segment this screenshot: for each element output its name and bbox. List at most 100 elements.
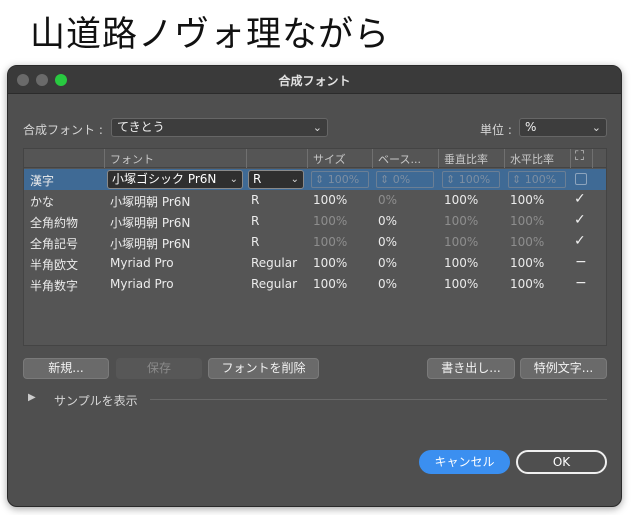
new-button[interactable]: 新規... — [23, 358, 109, 379]
vertical-scale-value: 100% — [444, 277, 479, 291]
vertical-scale-value: 100% — [444, 235, 479, 249]
horizontal-scale-value: 100% — [510, 256, 545, 270]
column-header-size: サイズ — [313, 153, 346, 166]
column-separator — [372, 149, 373, 168]
font-value: 小塚明朝 Pr6N — [110, 195, 191, 209]
save-button[interactable]: 保存 — [116, 358, 202, 379]
checkmark-icon[interactable]: ✓ — [574, 191, 586, 207]
style-value: R — [251, 214, 260, 228]
baseline-stepper[interactable]: ⇕ 0% — [376, 171, 434, 188]
size-value: 100% — [313, 277, 348, 291]
export-button[interactable]: 書き出し... — [427, 358, 515, 379]
horizontal-scale-value: 100% — [510, 235, 545, 249]
table-row[interactable]: 漢字 小塚ゴシック Pr6N ⌄ R ⌄ ⇕ 100% ⇕ 0% ⇕ 100% … — [24, 169, 606, 190]
column-separator — [104, 149, 105, 168]
table-row[interactable]: 全角約物 小塚明朝 Pr6N R 100% 0% 100% 100% ✓ — [24, 211, 606, 232]
column-header-vertical-scale: 垂直比率 — [444, 153, 488, 166]
table-row[interactable]: 半角欧文 Myriad Pro Regular 100% 0% 100% 100… — [24, 253, 606, 274]
table-header: フォント サイズ ベース... 垂直比率 水平比率 ⛶ — [24, 149, 606, 168]
scale-all-checkbox[interactable] — [575, 173, 587, 185]
unit-value: % — [525, 120, 537, 134]
size-value: 100% — [327, 173, 360, 186]
font-value: 小塚明朝 Pr6N — [110, 216, 191, 230]
window-title: 合成フォント — [278, 74, 351, 88]
horizontal-scale-value: 100% — [510, 277, 545, 291]
horizontal-scale-value: 100% — [524, 173, 557, 186]
size-value: 100% — [313, 256, 348, 270]
baseline-value: 0% — [378, 235, 398, 249]
row-name: かな — [30, 195, 55, 209]
font-value: Myriad Pro — [110, 277, 174, 291]
column-header-font: フォント — [110, 153, 154, 166]
delete-font-button[interactable]: フォントを削除 — [208, 358, 319, 379]
horizontal-scale-stepper[interactable]: ⇕ 100% — [508, 171, 566, 188]
background-caption: 山道路ノヴォ理ながら — [30, 15, 391, 55]
style-value: R — [251, 235, 260, 249]
size-stepper[interactable]: ⇕ 100% — [311, 171, 369, 188]
expand-arrows-icon[interactable]: ⛶ — [575, 149, 584, 164]
column-separator — [570, 149, 571, 168]
style-value: Regular — [251, 277, 298, 291]
table-row[interactable]: 全角記号 小塚明朝 Pr6N R 100% 0% 100% 100% ✓ — [24, 232, 606, 253]
checkmark-icon[interactable]: ✓ — [574, 212, 586, 228]
column-header-horizontal-scale: 水平比率 — [510, 153, 554, 166]
font-value: Myriad Pro — [110, 256, 174, 270]
vertical-scale-stepper[interactable]: ⇕ 100% — [442, 171, 500, 188]
row-name: 半角欧文 — [30, 258, 79, 272]
composite-font-label: 合成フォント : — [23, 123, 103, 137]
column-separator — [246, 149, 247, 168]
chevron-down-icon: ⌄ — [312, 121, 322, 134]
size-value: 100% — [313, 193, 348, 207]
row-name: 半角数字 — [30, 279, 79, 293]
titlebar: 合成フォント — [8, 66, 621, 94]
triangle-right-icon[interactable]: ▶ — [28, 392, 36, 403]
composite-font-value: てきとう — [117, 120, 165, 134]
divider — [150, 399, 607, 400]
font-value: 小塚ゴシック Pr6N — [112, 172, 217, 186]
horizontal-scale-value: 100% — [510, 193, 545, 207]
baseline-value: 0% — [378, 277, 398, 291]
font-select[interactable]: 小塚ゴシック Pr6N ⌄ — [107, 170, 243, 189]
style-value: R — [253, 172, 262, 186]
row-name: 全角記号 — [30, 237, 79, 251]
horizontal-scale-value: 100% — [510, 214, 545, 228]
column-separator — [438, 149, 439, 168]
size-value: 100% — [313, 235, 348, 249]
vertical-scale-value: 100% — [444, 214, 479, 228]
chevron-down-icon: ⌄ — [229, 174, 238, 185]
dash-icon[interactable]: − — [575, 275, 587, 291]
size-value: 100% — [313, 214, 348, 228]
font-settings-table: フォント サイズ ベース... 垂直比率 水平比率 ⛶ 漢字 小塚ゴシック Pr… — [23, 148, 607, 346]
vertical-scale-value: 100% — [444, 193, 479, 207]
unit-label: 単位 : — [480, 123, 512, 137]
style-value: Regular — [251, 256, 298, 270]
vertical-scale-value: 100% — [444, 256, 479, 270]
ok-button[interactable]: OK — [516, 450, 607, 474]
unit-select[interactable]: % ⌄ — [519, 118, 607, 137]
show-sample-label[interactable]: サンプルを表示 — [54, 392, 138, 409]
table-row[interactable]: 半角数字 Myriad Pro Regular 100% 0% 100% 100… — [24, 274, 606, 295]
baseline-value: 0% — [378, 193, 398, 207]
cancel-button[interactable]: キャンセル — [419, 450, 510, 474]
chevron-down-icon: ⌄ — [591, 121, 601, 134]
column-separator — [592, 149, 593, 168]
composite-font-select[interactable]: てきとう ⌄ — [111, 118, 328, 137]
baseline-value: 0% — [378, 256, 398, 270]
row-name: 漢字 — [30, 174, 55, 188]
column-header-baseline: ベース... — [378, 153, 421, 166]
baseline-value: 0% — [378, 214, 398, 228]
dash-icon[interactable]: − — [575, 254, 587, 270]
composite-font-dialog: 合成フォント 合成フォント : てきとう ⌄ 単位 : % ⌄ フォント サイズ… — [7, 65, 622, 507]
table-row[interactable]: かな 小塚明朝 Pr6N R 100% 0% 100% 100% ✓ — [24, 190, 606, 211]
row-name: 全角約物 — [30, 216, 79, 230]
column-separator — [504, 149, 505, 168]
column-separator — [307, 149, 308, 168]
checkmark-icon[interactable]: ✓ — [574, 233, 586, 249]
font-value: 小塚明朝 Pr6N — [110, 237, 191, 251]
chevron-down-icon: ⌄ — [290, 174, 299, 185]
style-select[interactable]: R ⌄ — [248, 170, 304, 189]
baseline-value: 0% — [392, 173, 411, 186]
style-value: R — [251, 193, 260, 207]
vertical-scale-value: 100% — [458, 173, 491, 186]
special-characters-button[interactable]: 特例文字... — [520, 358, 607, 379]
